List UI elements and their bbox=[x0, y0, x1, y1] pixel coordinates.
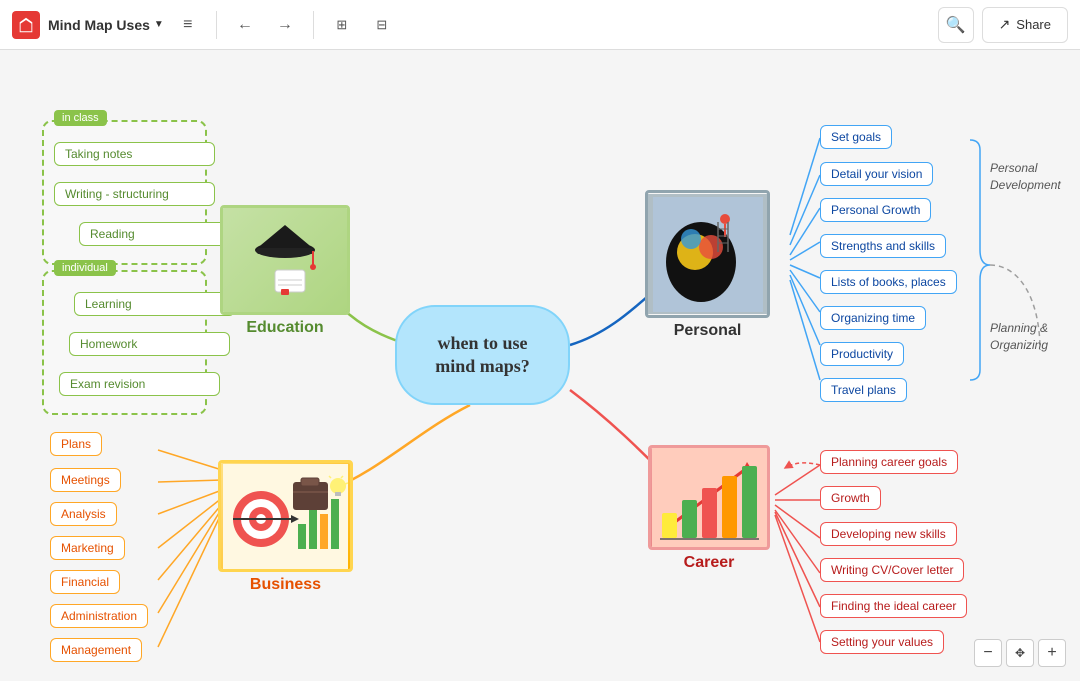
productivity-item[interactable]: Productivity bbox=[820, 342, 904, 366]
personal-image bbox=[648, 194, 767, 314]
frame-button[interactable]: ⊞ bbox=[326, 9, 358, 41]
document-title[interactable]: Mind Map Uses ▼ bbox=[48, 17, 164, 33]
toolbar-right: 🔍 ↗ Share bbox=[938, 7, 1068, 43]
management-item[interactable]: Management bbox=[50, 638, 142, 662]
detail-vision-item[interactable]: Detail your vision bbox=[820, 162, 933, 186]
canvas: when to use mind maps? bbox=[0, 50, 1080, 681]
toolbar: Mind Map Uses ▼ ≡ ← → ⊞ ⊟ 🔍 ↗ Share bbox=[0, 0, 1080, 50]
plans-item[interactable]: Plans bbox=[50, 432, 102, 456]
developing-skills-item[interactable]: Developing new skills bbox=[820, 522, 957, 546]
personal-growth-item[interactable]: Personal Growth bbox=[820, 198, 931, 222]
redo-button[interactable]: → bbox=[269, 9, 301, 41]
career-image bbox=[651, 448, 767, 548]
menu-button[interactable]: ≡ bbox=[172, 9, 204, 41]
zoom-out-button[interactable]: − bbox=[974, 639, 1002, 667]
zoom-in-button[interactable]: + bbox=[1038, 639, 1066, 667]
education-inclass-group: in class Taking notes Writing - structur… bbox=[42, 120, 207, 265]
education-image bbox=[223, 205, 347, 315]
career-node[interactable]: Career bbox=[648, 445, 770, 572]
analysis-item[interactable]: Analysis bbox=[50, 502, 117, 526]
education-individual-group: individual Learning Homework Exam revisi… bbox=[42, 270, 207, 415]
divider2 bbox=[313, 11, 314, 39]
personal-development-label: PersonalDevelopment bbox=[990, 160, 1061, 194]
set-goals-item[interactable]: Set goals bbox=[820, 125, 892, 149]
business-label: Business bbox=[218, 576, 353, 594]
divider bbox=[216, 11, 217, 39]
writing-structuring-item[interactable]: Writing - structuring bbox=[54, 182, 215, 206]
business-node[interactable]: Business bbox=[218, 460, 353, 594]
learning-item[interactable]: Learning bbox=[74, 292, 235, 316]
app-logo bbox=[12, 11, 40, 39]
search-button[interactable]: 🔍 bbox=[938, 7, 974, 43]
zoom-controls: − ✥ + bbox=[974, 639, 1066, 667]
organizing-time-item[interactable]: Organizing time bbox=[820, 306, 926, 330]
education-node[interactable]: Education bbox=[220, 205, 350, 337]
reading-item[interactable]: Reading bbox=[79, 222, 240, 246]
exam-revision-item[interactable]: Exam revision bbox=[59, 372, 220, 396]
administration-item[interactable]: Administration bbox=[50, 604, 148, 628]
individual-label: individual bbox=[54, 260, 116, 276]
marketing-item[interactable]: Marketing bbox=[50, 536, 125, 560]
finding-career-item[interactable]: Finding the ideal career bbox=[820, 594, 967, 618]
financial-item[interactable]: Financial bbox=[50, 570, 120, 594]
lists-books-item[interactable]: Lists of books, places bbox=[820, 270, 957, 294]
present-button[interactable]: ⊟ bbox=[366, 9, 398, 41]
planning-organizing-label: Planning &Organizing bbox=[990, 320, 1048, 354]
writing-cv-item[interactable]: Writing CV/Cover letter bbox=[820, 558, 964, 582]
growth-item[interactable]: Growth bbox=[820, 486, 881, 510]
travel-plans-item[interactable]: Travel plans bbox=[820, 378, 907, 402]
center-node[interactable]: when to use mind maps? bbox=[395, 305, 570, 405]
planning-career-goals-item[interactable]: Planning career goals bbox=[820, 450, 958, 474]
education-label: Education bbox=[220, 319, 350, 337]
personal-node[interactable]: Personal bbox=[645, 190, 770, 340]
setting-values-item[interactable]: Setting your values bbox=[820, 630, 944, 654]
career-label: Career bbox=[648, 554, 770, 572]
zoom-fit-button[interactable]: ✥ bbox=[1006, 639, 1034, 667]
homework-item[interactable]: Homework bbox=[69, 332, 230, 356]
strengths-skills-item[interactable]: Strengths and skills bbox=[820, 234, 946, 258]
personal-label: Personal bbox=[645, 322, 770, 340]
taking-notes-item[interactable]: Taking notes bbox=[54, 142, 215, 166]
meetings-item[interactable]: Meetings bbox=[50, 468, 121, 492]
business-image bbox=[221, 461, 350, 571]
undo-button[interactable]: ← bbox=[229, 9, 261, 41]
inclass-label: in class bbox=[54, 110, 107, 126]
share-button[interactable]: ↗ Share bbox=[982, 7, 1068, 43]
